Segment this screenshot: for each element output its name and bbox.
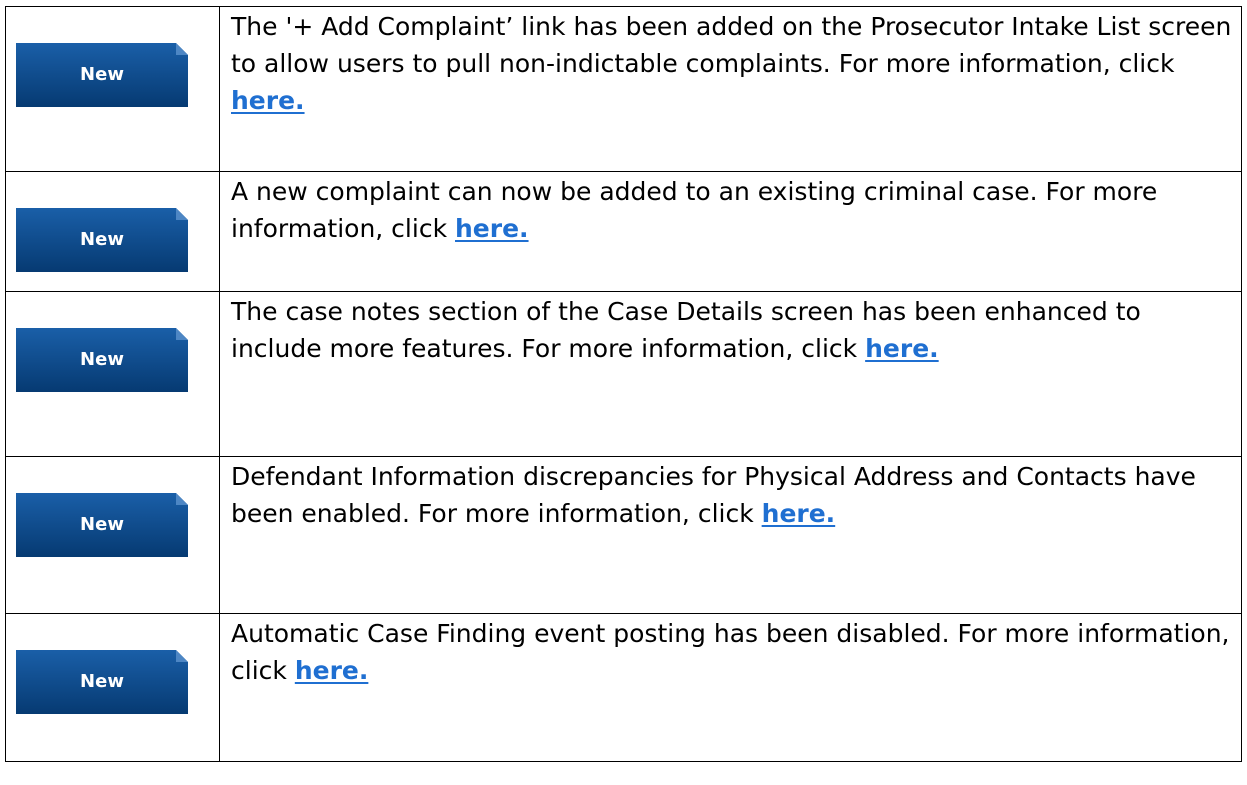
here-link[interactable]: here. xyxy=(231,86,305,115)
new-badge: New xyxy=(16,43,188,107)
new-badge: New xyxy=(16,208,188,272)
table-row: New The case notes section of the Case D… xyxy=(5,291,1242,457)
here-link[interactable]: here. xyxy=(455,214,529,243)
table-row: New Defendant Information discrepancies … xyxy=(5,456,1242,614)
badge-label: New xyxy=(80,514,124,535)
note-text: The case notes section of the Case Detai… xyxy=(231,297,1141,363)
note-text-cell: Automatic Case Finding event posting has… xyxy=(219,613,1242,762)
here-link[interactable]: here. xyxy=(762,499,836,528)
badge-label: New xyxy=(80,64,124,85)
badge-cell: New xyxy=(5,456,220,614)
note-text-cell: Defendant Information discrepancies for … xyxy=(219,456,1242,614)
badge-label: New xyxy=(80,349,124,370)
note-text: Defendant Information discrepancies for … xyxy=(231,462,1196,528)
note-text-cell: The '+ Add Complaint’ link has been adde… xyxy=(219,6,1242,172)
badge-cell: New xyxy=(5,291,220,457)
badge-cell: New xyxy=(5,6,220,172)
new-badge: New xyxy=(16,328,188,392)
release-notes-table: New The '+ Add Complaint’ link has been … xyxy=(5,6,1242,762)
new-badge: New xyxy=(16,493,188,557)
badge-cell: New xyxy=(5,613,220,762)
note-text: A new complaint can now be added to an e… xyxy=(231,177,1158,243)
note-text: Automatic Case Finding event posting has… xyxy=(231,619,1230,685)
note-text-cell: The case notes section of the Case Detai… xyxy=(219,291,1242,457)
badge-label: New xyxy=(80,671,124,692)
here-link[interactable]: here. xyxy=(865,334,939,363)
badge-cell: New xyxy=(5,171,220,292)
table-row: New The '+ Add Complaint’ link has been … xyxy=(5,6,1242,172)
note-text-cell: A new complaint can now be added to an e… xyxy=(219,171,1242,292)
badge-label: New xyxy=(80,229,124,250)
note-text: The '+ Add Complaint’ link has been adde… xyxy=(231,12,1232,78)
table-row: New A new complaint can now be added to … xyxy=(5,171,1242,292)
new-badge: New xyxy=(16,650,188,714)
table-row: New Automatic Case Finding event posting… xyxy=(5,613,1242,762)
here-link[interactable]: here. xyxy=(295,656,369,685)
